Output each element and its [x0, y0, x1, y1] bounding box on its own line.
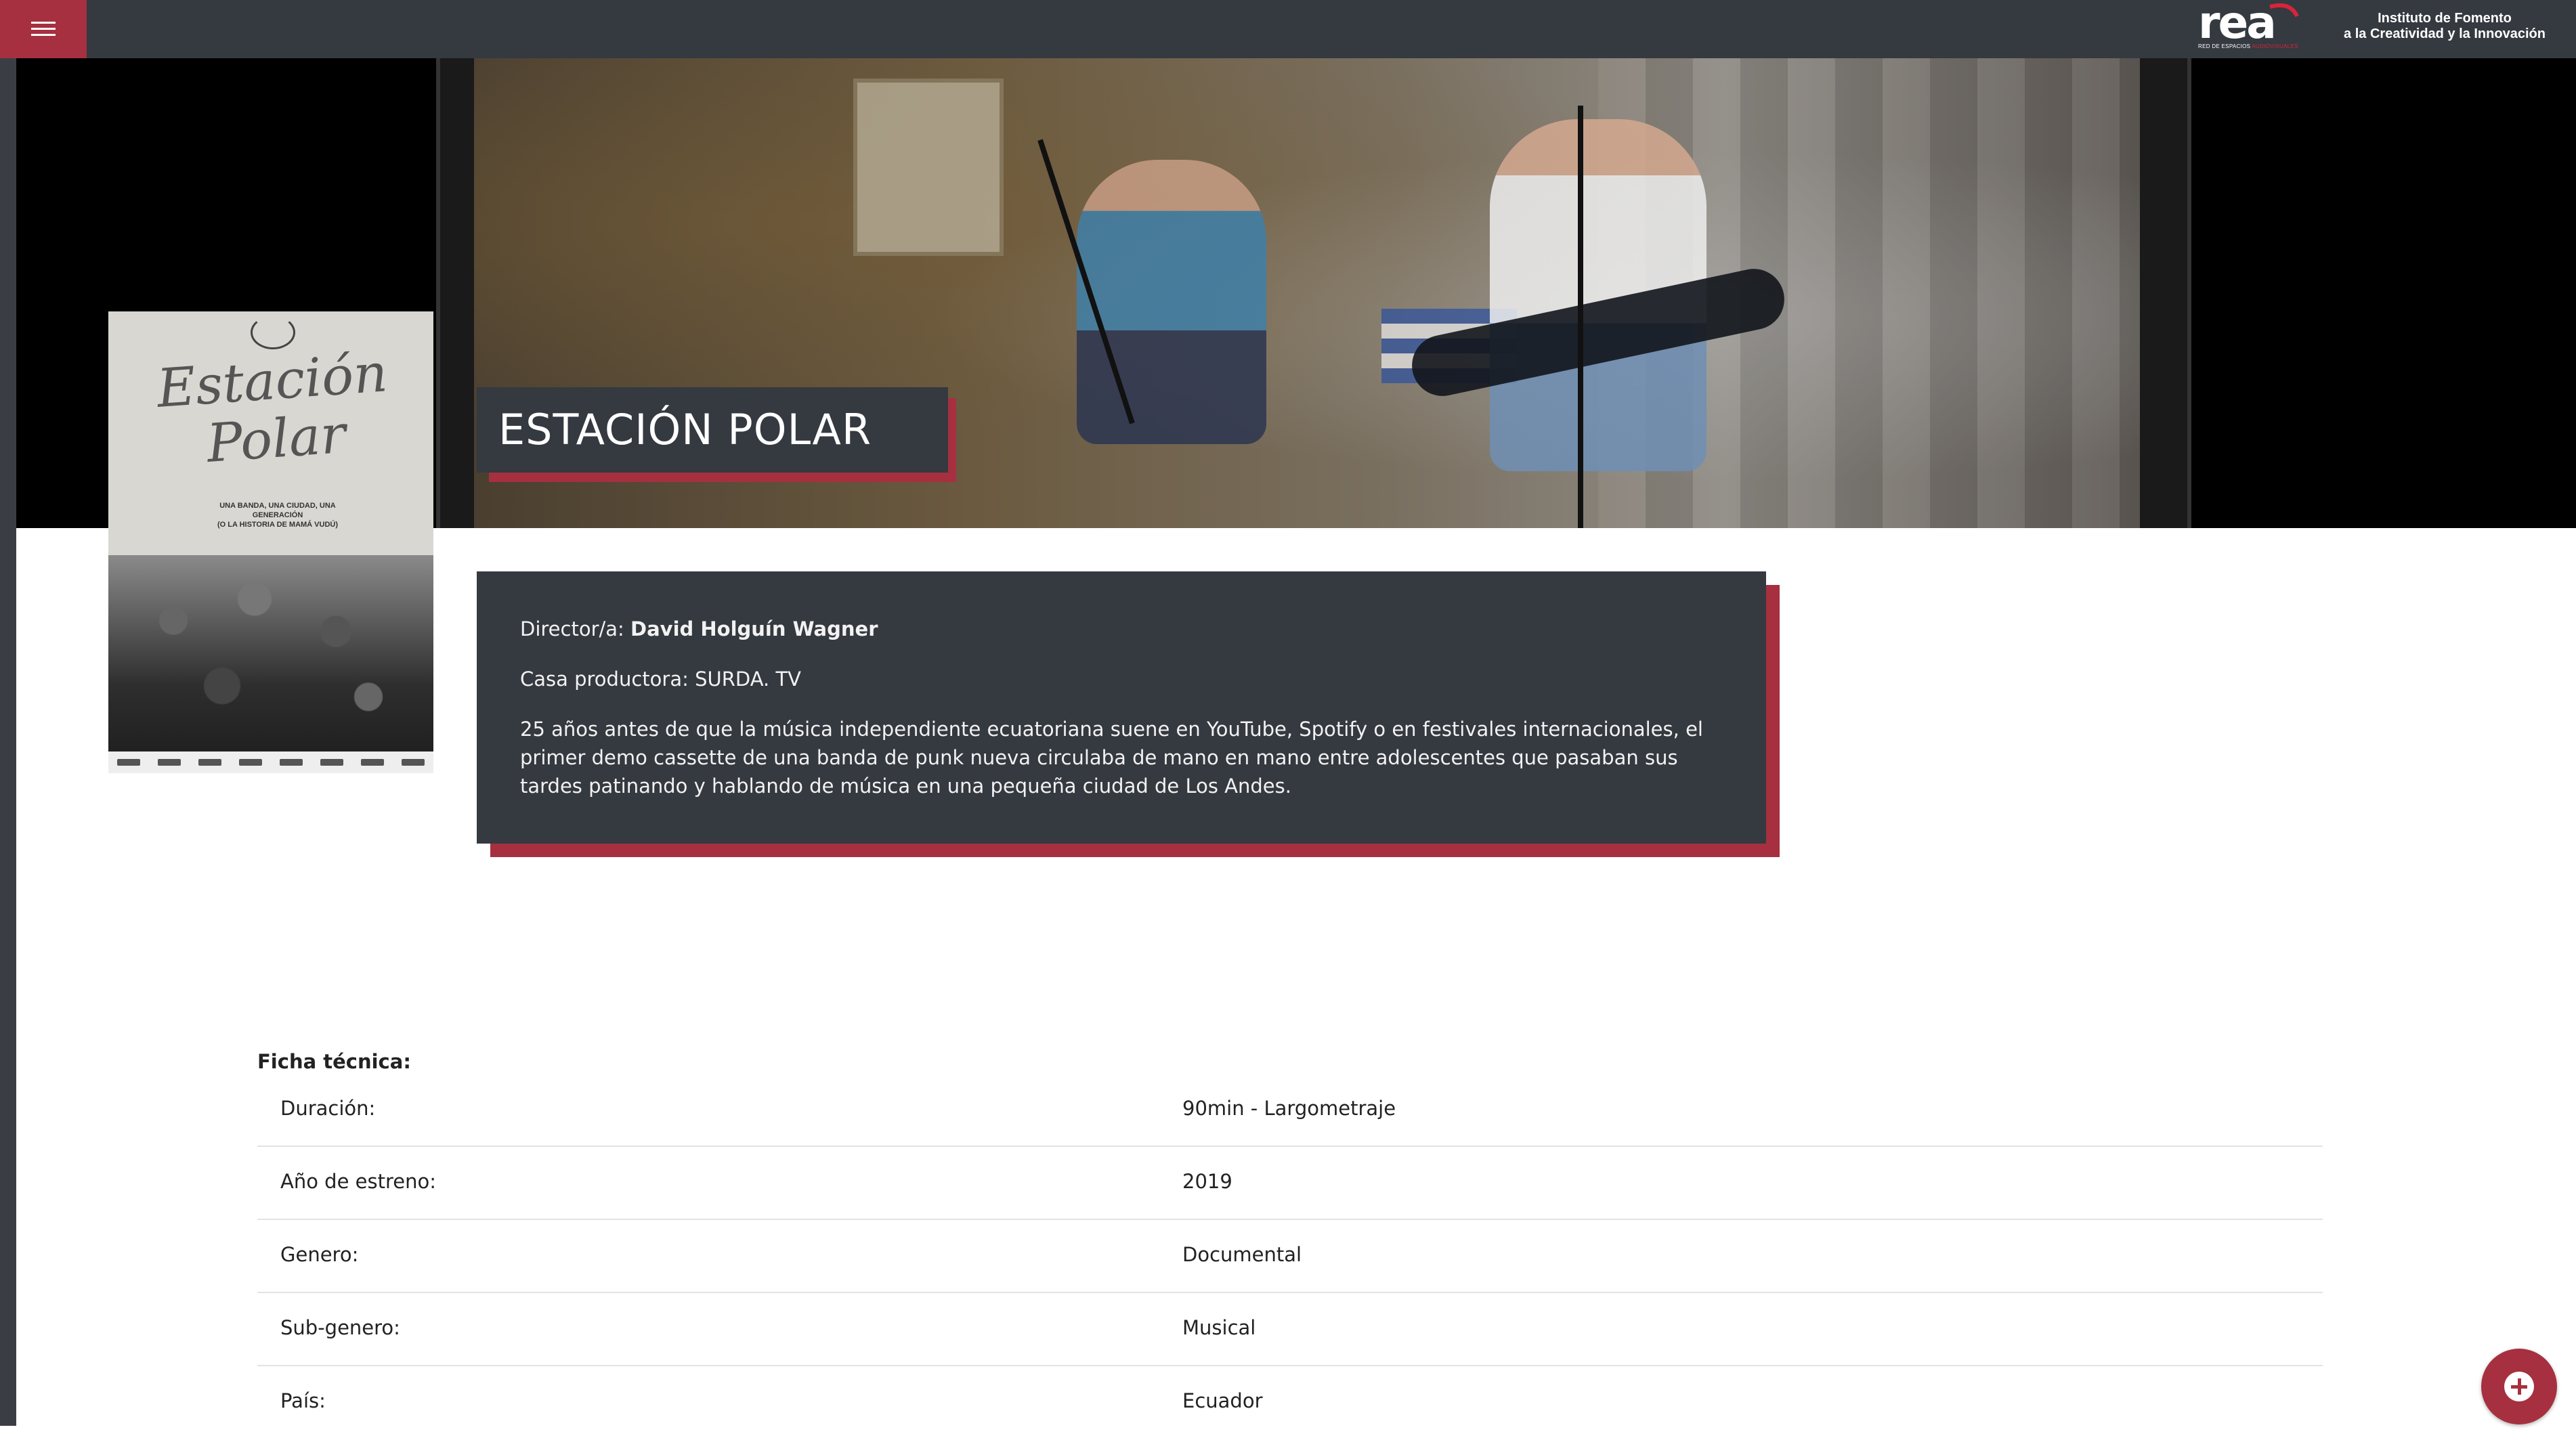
floating-add-button[interactable]	[2481, 1349, 2557, 1424]
row-value: Ecuador	[1182, 1389, 1263, 1412]
poster-crowd-image	[108, 555, 433, 773]
row-value: 90min - Largometraje	[1182, 1097, 1396, 1120]
poster-sponsor-logos	[108, 751, 433, 773]
left-edge	[0, 0, 16, 1426]
laurel-icon	[251, 315, 295, 349]
poster-tagline: UNA BANDA, UNA CIUDAD, UNA GENERACIÓN (O…	[217, 502, 339, 529]
top-bar: rea RED DE ESPACIOS AUDIOVISUALES Instit…	[0, 0, 2576, 58]
synopsis: 25 años antes de que la música independi…	[520, 718, 1703, 798]
row-label: Sub-genero:	[280, 1316, 400, 1339]
table-row: Duración: 90min - Largometraje	[257, 1074, 2323, 1147]
director-value: David Holguín Wagner	[630, 617, 878, 640]
table-row: Año de estreno: 2019	[257, 1147, 2323, 1220]
svg-text:rea: rea	[2198, 0, 2275, 49]
logo-subtitle: RED DE ESPACIOS AUDIOVISUALES	[2198, 43, 2298, 49]
producer-line: Casa productora: SURDA. TV	[520, 665, 1723, 693]
poster-title: Estación Polar	[154, 343, 390, 475]
producer-value: SURDA. TV	[695, 668, 802, 691]
ficha-heading: Ficha técnica:	[257, 1050, 411, 1073]
film-poster: Estación Polar UNA BANDA, UNA CIUDAD, UN…	[108, 311, 433, 773]
row-value: Musical	[1182, 1316, 1256, 1339]
page-title: ESTACIÓN POLAR	[498, 405, 872, 454]
table-row: Genero: Documental	[257, 1220, 2323, 1293]
institute-line-1: Instituto de Fomento	[2378, 11, 2512, 26]
ficha-table: Duración: 90min - Largometraje Año de es…	[257, 1074, 2323, 1438]
row-label: Duración:	[280, 1097, 376, 1120]
table-row: País: Ecuador	[257, 1366, 2323, 1438]
row-value: Documental	[1182, 1243, 1302, 1266]
plus-circle-icon	[2504, 1372, 2534, 1401]
title-box: ESTACIÓN POLAR	[477, 387, 948, 473]
row-value: 2019	[1182, 1170, 1232, 1193]
menu-button[interactable]	[0, 0, 87, 58]
institute-line-2: a la Creatividad y la Innovación	[2344, 26, 2546, 41]
row-label: País:	[280, 1389, 326, 1412]
table-row: Sub-genero: Musical	[257, 1293, 2323, 1366]
producer-label: Casa productora:	[520, 668, 689, 691]
film-info-box: Director/a: David Holguín Wagner Casa pr…	[477, 571, 1766, 844]
institute-name[interactable]: Instituto de Fomento a la Creatividad y …	[2330, 11, 2560, 42]
hamburger-menu-icon	[31, 22, 56, 36]
row-label: Año de estreno:	[280, 1170, 436, 1193]
row-label: Genero:	[280, 1243, 359, 1266]
director-line: Director/a: David Holguín Wagner	[520, 615, 1723, 643]
director-label: Director/a:	[520, 617, 624, 640]
